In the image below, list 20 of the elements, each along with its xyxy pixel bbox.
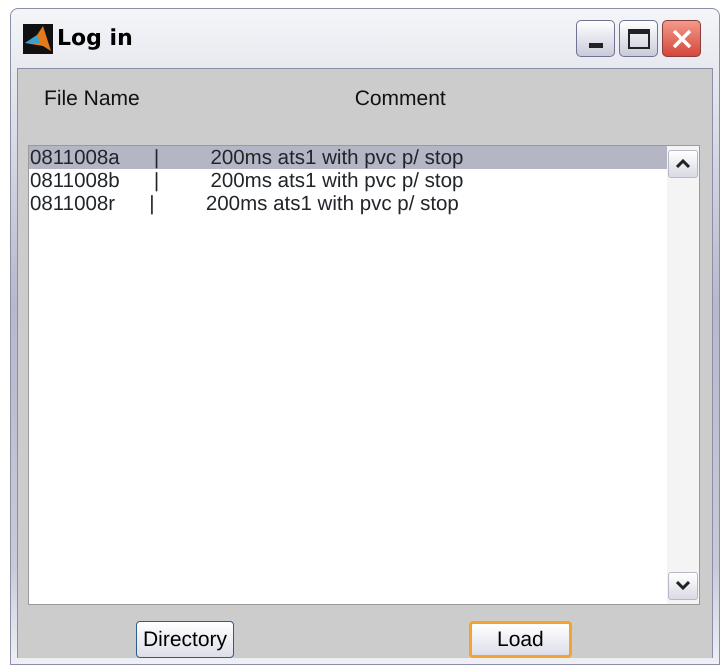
chevron-up-icon [676,159,690,168]
app-logo-icon [23,24,53,54]
column-header: Comment [354,86,446,112]
list-item[interactable]: 0811008b | 200ms ats1 with pvc p/ stop [29,168,667,192]
minimize-icon [588,43,602,48]
list-item[interactable]: 0811008r | 200ms ats1 with pvc p/ stop [29,192,667,214]
column-header: File Name [43,86,140,112]
maximize-icon [628,28,650,48]
scroll-up-button[interactable] [668,150,698,178]
dialog-button[interactable]: Directory [136,620,234,658]
window-title: Log in [57,25,133,53]
scroll-down-button[interactable] [668,572,698,600]
chevron-down-icon [676,581,690,590]
close-button[interactable] [662,20,701,57]
scrollbar[interactable] [667,146,699,604]
list-item[interactable]: 0811008a | 200ms ats1 with pvc p/ stop [29,146,667,168]
dialog-button[interactable]: Load [469,620,572,658]
close-icon [670,28,692,50]
minimize-button[interactable] [576,20,615,57]
maximize-button[interactable] [619,20,658,57]
